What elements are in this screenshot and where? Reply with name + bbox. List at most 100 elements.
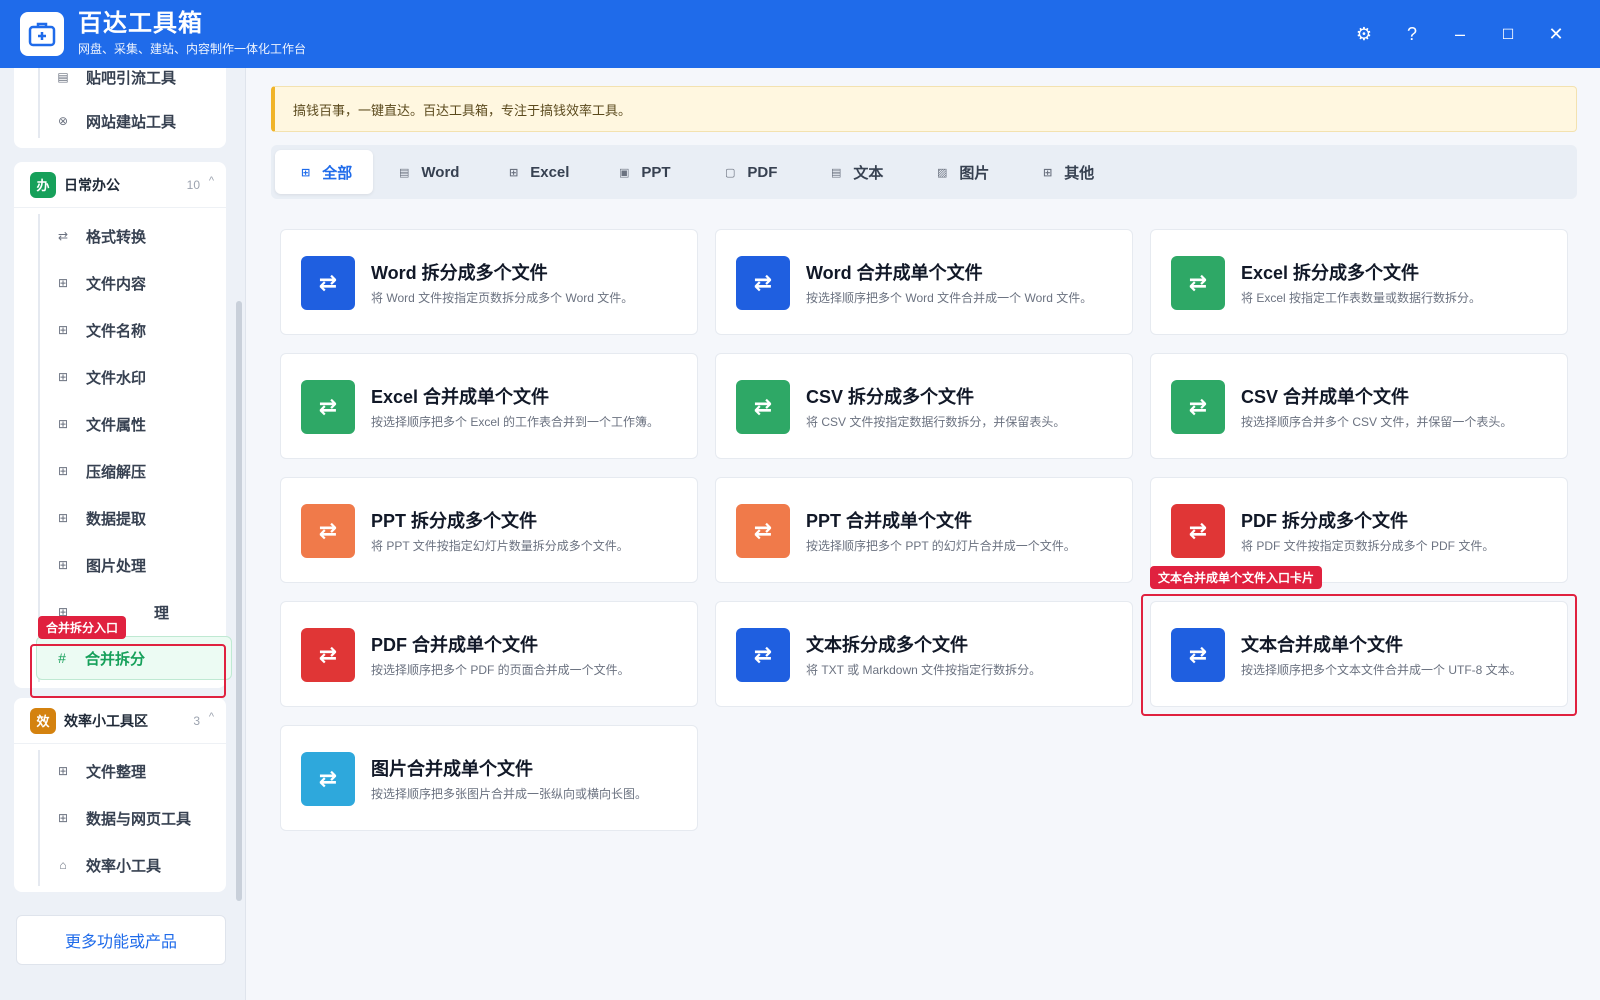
group-header-efficiency[interactable]: 效 效率小工具区 3 ^ — [14, 698, 226, 744]
sidebar-item-file-attributes[interactable]: ⊞ 文件属性 — [14, 401, 226, 447]
card-description: 按选择顺序把多个 Word 文件合并成一个 Word 文件。 — [806, 291, 1093, 305]
card-title: PPT 拆分成多个文件 — [371, 511, 538, 531]
tool-card-text-split[interactable]: ⇄ 文本拆分成多个文件 将 TXT 或 Markdown 文件按指定行数拆分。 — [715, 601, 1133, 707]
tab-excel[interactable]: ⊞ Excel — [509, 150, 569, 194]
highlight-box-merge-split — [30, 644, 226, 698]
swap-icon: ⇄ — [1171, 380, 1225, 434]
tool-card-word-merge[interactable]: ⇄ Word 合并成单个文件 按选择顺序把多个 Word 文件合并成一个 Wor… — [715, 229, 1133, 335]
swap-icon: ⇄ — [736, 628, 790, 682]
grid-icon: ⊞ — [57, 511, 69, 525]
sidebar-item-data-extract[interactable]: ⊞ 数据提取 — [14, 495, 226, 541]
tab-other[interactable]: ⊞ 其他 — [1043, 150, 1094, 194]
settings-icon[interactable]: ⚙ — [1340, 14, 1388, 54]
tool-card-word-split[interactable]: ⇄ Word 拆分成多个文件 将 Word 文件按指定页数拆分成多个 Word … — [280, 229, 698, 335]
group-count: 3 — [193, 713, 200, 728]
tool-card-excel-merge[interactable]: ⇄ Excel 合并成单个文件 按选择顺序把多个 Excel 的工作表合并到一个… — [280, 353, 698, 459]
card-description: 将 PDF 文件按指定页数拆分成多个 PDF 文件。 — [1241, 539, 1495, 553]
swap-icon: ⇄ — [1171, 504, 1225, 558]
tab-text[interactable]: ▤ 文本 — [831, 150, 883, 194]
swap-icon: ⇄ — [301, 256, 355, 310]
grid-icon: ⊞ — [1043, 166, 1053, 179]
toolbox-icon: ⌂ — [59, 858, 67, 872]
sidebar-item-label: 数据提取 — [86, 510, 147, 528]
card-description: 将 PPT 文件按指定幻灯片数量拆分成多个文件。 — [371, 539, 629, 553]
card-description: 将 Excel 按指定工作表数量或数据行数拆分。 — [1241, 291, 1482, 305]
grid-icon: ⊞ — [57, 811, 69, 825]
sidebar-item-website[interactable]: ⊗ 网站建站工具 — [14, 98, 226, 144]
sidebar-item-tieba[interactable]: ▤ 贴吧引流工具 — [14, 68, 226, 100]
sidebar-item-label: 图片处理 — [86, 557, 147, 575]
file-icon: ▢ — [725, 166, 736, 179]
card-title: PDF 合并成单个文件 — [371, 635, 539, 655]
sidebar-item-label: 理 — [154, 604, 170, 622]
notice-banner: 搞钱百事，一键直达。百达工具箱，专注于搞钱效率工具。 — [271, 86, 1577, 132]
card-title: 文本拆分成多个文件 — [806, 635, 968, 655]
sidebar-item-label: 效率小工具 — [86, 857, 162, 875]
card-title: PDF 拆分成多个文件 — [1241, 511, 1409, 531]
card-description: 将 Word 文件按指定页数拆分成多个 Word 文件。 — [371, 291, 634, 305]
sidebar-item-file-organize[interactable]: ⊞ 文件整理 — [14, 748, 226, 794]
sidebar: ▤ 贴吧引流工具 ⊗ 网站建站工具 办 日常办公 10 ^ ⇄ 格式转换 ⊞ 文… — [0, 68, 246, 1000]
slides-icon: ▣ — [619, 166, 630, 179]
more-features-button[interactable]: 更多功能或产品 — [16, 915, 226, 965]
sidebar-item-data-web[interactable]: ⊞ 数据与网页工具 — [14, 795, 226, 841]
sidebar-item-file-watermark[interactable]: ⊞ 文件水印 — [14, 354, 226, 400]
sidebar-item-file-name[interactable]: ⊞ 文件名称 — [14, 307, 226, 353]
tab-pdf[interactable]: ▢ PDF — [725, 150, 777, 194]
tool-card-ppt-merge[interactable]: ⇄ PPT 合并成单个文件 按选择顺序把多个 PPT 的幻灯片合并成一个文件。 — [715, 477, 1133, 583]
group-header-office[interactable]: 办 日常办公 10 ^ — [14, 162, 226, 208]
card-title: Excel 合并成单个文件 — [371, 387, 550, 407]
help-icon[interactable]: ? — [1388, 14, 1436, 54]
card-title: Word 拆分成多个文件 — [371, 263, 548, 283]
sidebar-item-label: 数据与网页工具 — [86, 810, 192, 828]
app-title: 百达工具箱 — [78, 10, 203, 37]
tab-all[interactable]: ⊞ 全部 — [275, 150, 373, 194]
sidebar-item-format-convert[interactable]: ⇄ 格式转换 — [14, 213, 226, 259]
card-description: 将 TXT 或 Markdown 文件按指定行数拆分。 — [806, 663, 1042, 677]
group-badge: 办 — [30, 171, 56, 198]
close-icon[interactable]: ✕ — [1532, 14, 1580, 54]
maximize-icon[interactable]: ☐ — [1484, 14, 1532, 54]
card-description: 按选择顺序把多个 PPT 的幻灯片合并成一个文件。 — [806, 539, 1076, 553]
tab-word[interactable]: ▤ Word — [399, 150, 459, 194]
sidebar-item-label: 文件内容 — [86, 275, 147, 293]
swap-icon: ⇄ — [1171, 256, 1225, 310]
sidebar-group-efficiency: 效 效率小工具区 3 ^ ⊞ 文件整理 ⊞ 数据与网页工具 ⌂ 效率小工具 — [14, 698, 226, 892]
sidebar-item-label: 网站建站工具 — [86, 113, 177, 131]
tool-card-pdf-merge[interactable]: ⇄ PDF 合并成单个文件 按选择顺序把多个 PDF 的页面合并成一个文件。 — [280, 601, 698, 707]
card-title: Excel 拆分成多个文件 — [1241, 263, 1420, 283]
card-title: Word 合并成单个文件 — [806, 263, 983, 283]
minimize-icon[interactable]: – — [1436, 14, 1484, 54]
highlight-tag-merge-split: 合并拆分入口 — [38, 616, 127, 639]
sidebar-item-label: 格式转换 — [86, 228, 147, 246]
tab-label: 文本 — [853, 164, 884, 182]
card-description: 按选择顺序合并多个 CSV 文件，并保留一个表头。 — [1241, 415, 1513, 429]
chevron-up-icon[interactable]: ^ — [209, 175, 214, 187]
title-bar: 百达工具箱 网盘、采集、建站、内容制作一体化工作台 ⚙ ? – ☐ ✕ — [0, 0, 1600, 68]
app-subtitle: 网盘、采集、建站、内容制作一体化工作台 — [78, 42, 307, 56]
tool-card-csv-split[interactable]: ⇄ CSV 拆分成多个文件 将 CSV 文件按指定数据行数拆分，并保留表头。 — [715, 353, 1133, 459]
swap-icon: ⇄ — [736, 256, 790, 310]
sidebar-item-label: 文件水印 — [86, 369, 147, 387]
tab-image[interactable]: ▨ 图片 — [937, 150, 989, 194]
tool-card-image-merge[interactable]: ⇄ 图片合并成单个文件 按选择顺序把多张图片合并成一张纵向或横向长图。 — [280, 725, 698, 831]
grid-icon: ⊞ — [57, 558, 69, 572]
tab-ppt[interactable]: ▣ PPT — [619, 150, 671, 194]
chevron-up-icon[interactable]: ^ — [209, 711, 214, 723]
tool-card-csv-merge[interactable]: ⇄ CSV 合并成单个文件 按选择顺序合并多个 CSV 文件，并保留一个表头。 — [1150, 353, 1568, 459]
app-logo — [20, 12, 64, 56]
sidebar-item-compress[interactable]: ⊞ 压缩解压 — [14, 448, 226, 494]
toolbox-icon — [28, 22, 56, 47]
tab-label: PDF — [747, 163, 778, 181]
sidebar-scrollbar[interactable] — [236, 301, 242, 901]
tool-card-ppt-split[interactable]: ⇄ PPT 拆分成多个文件 将 PPT 文件按指定幻灯片数量拆分成多个文件。 — [280, 477, 698, 583]
tool-card-excel-split[interactable]: ⇄ Excel 拆分成多个文件 将 Excel 按指定工作表数量或数据行数拆分。 — [1150, 229, 1568, 335]
sidebar-item-image-process[interactable]: ⊞ 图片处理 — [14, 542, 226, 588]
card-description: 按选择顺序把多个 Excel 的工作表合并到一个工作簿。 — [371, 415, 660, 429]
text-icon: ▤ — [831, 166, 842, 179]
sidebar-item-file-content[interactable]: ⊞ 文件内容 — [14, 260, 226, 306]
document-icon: ▤ — [399, 166, 410, 179]
grid-icon: ⊞ — [57, 276, 69, 290]
sidebar-item-efficiency-tools[interactable]: ⌂ 效率小工具 — [14, 842, 226, 888]
card-title: CSV 合并成单个文件 — [1241, 387, 1410, 407]
